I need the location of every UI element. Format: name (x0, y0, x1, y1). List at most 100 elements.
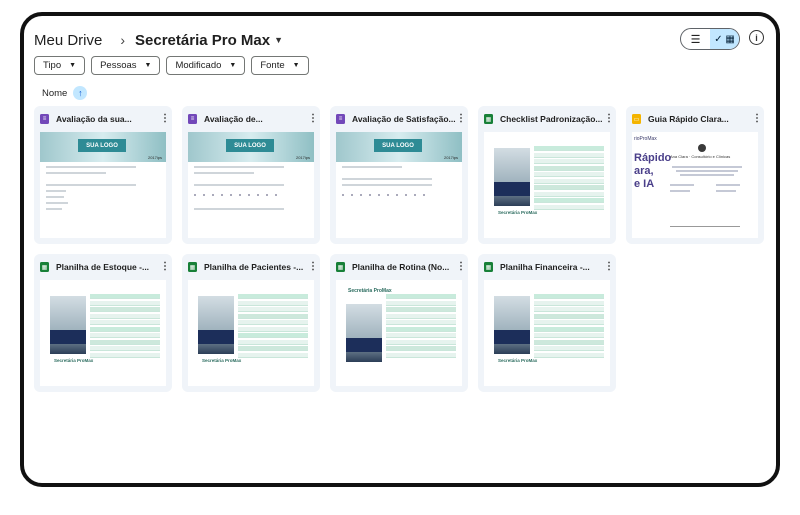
file-thumbnail: rioProMax Rápido ara, e IA Ana Clara · C… (632, 132, 758, 238)
text-line (46, 190, 66, 192)
sheet-row (90, 313, 160, 319)
file-card[interactable]: ≡ Avaliação da sua... ⋮ SUA LOGO 2017ips (34, 106, 172, 244)
file-card-header: ▭ Guia Rápido Clara... ⋮ (632, 112, 762, 126)
sheet-row (534, 320, 604, 325)
cover-photo (346, 304, 382, 362)
breadcrumb-root[interactable]: Meu Drive (34, 32, 102, 49)
sheet-row (534, 178, 604, 184)
sheet-row (534, 185, 604, 190)
text-line (194, 166, 284, 168)
sheet-row (534, 352, 604, 358)
file-card[interactable]: ▭ Guia Rápido Clara... ⋮ rioProMax Rápid… (626, 106, 764, 244)
more-options-icon[interactable]: ⋮ (160, 262, 170, 272)
sheet-row (90, 320, 160, 325)
breadcrumb-current-folder[interactable]: Secretária Pro Max (135, 32, 270, 49)
file-card[interactable]: ▦ Planilha de Rotina (No... ⋮ Secretária… (330, 254, 468, 392)
file-card[interactable]: ▦ Planilha Financeira -... ⋮ Secretária … (478, 254, 616, 392)
sheet-rows (238, 294, 308, 358)
sheet-row (534, 172, 604, 177)
more-options-icon[interactable]: ⋮ (308, 262, 318, 272)
text-line (342, 184, 432, 186)
file-thumbnail: SUA LOGO 2017ips (336, 132, 462, 238)
text-line (716, 184, 740, 186)
cover-photo (494, 148, 530, 206)
text-line (670, 184, 694, 186)
file-card-header: ▦ Planilha Financeira -... ⋮ (484, 260, 614, 274)
top-bar: Meu Drive › Secretária Pro Max ▼ ☰ ✓ ▦ i (34, 26, 766, 54)
sheet-row (534, 300, 604, 306)
brand-mark: Secretária ProMax (498, 210, 538, 215)
cover-photo (494, 296, 530, 354)
banner-year: 2017ips (147, 155, 162, 160)
sheet-row (386, 300, 456, 306)
file-thumbnail: Secretária ProMax (484, 280, 610, 386)
file-thumbnail: Secretária ProMax (188, 280, 314, 386)
sheet-row (534, 198, 604, 203)
form-banner: SUA LOGO 2017ips (40, 132, 166, 162)
sheet-preview: Secretária ProMax (484, 132, 610, 238)
sheet-row (90, 352, 160, 358)
sheet-row (90, 333, 160, 338)
sheet-row (534, 191, 604, 197)
sheet-row (534, 307, 604, 312)
file-card-header: ▦ Planilha de Pacientes -... ⋮ (188, 260, 318, 274)
more-options-icon[interactable]: ⋮ (752, 114, 762, 124)
text-line (46, 166, 136, 168)
cover-band (50, 330, 86, 344)
sheet-row (238, 333, 308, 338)
filter-label: Tipo (43, 60, 62, 71)
text-line (46, 202, 68, 204)
filter-label: Fonte (260, 60, 285, 71)
file-title: Planilha de Pacientes -... (204, 262, 304, 272)
file-card-header: ≡ Avaliação de... ⋮ (188, 112, 318, 126)
sheet-row (534, 333, 604, 338)
sort-label[interactable]: Nome (42, 88, 67, 99)
text-line (672, 166, 742, 168)
file-thumbnail: Secretária ProMax (484, 132, 610, 238)
filter-fonte[interactable]: Fonte ▼ (251, 56, 309, 75)
more-options-icon[interactable]: ⋮ (604, 114, 614, 124)
info-icon[interactable]: i (749, 30, 764, 45)
more-options-icon[interactable]: ⋮ (160, 114, 170, 124)
avatar (698, 144, 706, 152)
cover-photo (50, 296, 86, 354)
sheets-icon: ▦ (188, 262, 197, 272)
more-options-icon[interactable]: ⋮ (456, 114, 466, 124)
sheet-rows (534, 146, 604, 210)
sheet-row (386, 352, 456, 358)
sheet-preview: Secretária ProMax (336, 280, 462, 386)
more-options-icon[interactable]: ⋮ (456, 262, 466, 272)
file-card-header: ≡ Avaliação da sua... ⋮ (40, 112, 170, 126)
file-card[interactable]: ▦ Checklist Padronização... ⋮ Secretária… (478, 106, 616, 244)
form-banner: SUA LOGO 2017ips (336, 132, 462, 162)
grid-view-icon[interactable]: ✓ ▦ (710, 29, 739, 49)
file-card[interactable]: ▦ Planilha de Estoque -... ⋮ Secretária … (34, 254, 172, 392)
file-thumbnail: SUA LOGO 2017ips (188, 132, 314, 238)
slide-heading: Rápido ara, e IA (634, 152, 671, 191)
sheet-row (386, 307, 456, 312)
file-title: Avaliação de Satisfação... (352, 114, 456, 124)
more-options-icon[interactable]: ⋮ (604, 262, 614, 272)
sheet-row (238, 326, 308, 332)
sheet-rows (386, 294, 456, 358)
sheet-row (534, 294, 604, 299)
sheet-preview: Secretária ProMax (188, 280, 314, 386)
filter-pessoas[interactable]: Pessoas ▼ (91, 56, 161, 75)
sheet-row (238, 294, 308, 299)
file-card[interactable]: ≡ Avaliação de Satisfação... ⋮ SUA LOGO … (330, 106, 468, 244)
file-card-header: ▦ Planilha de Estoque -... ⋮ (40, 260, 170, 274)
filter-modificado[interactable]: Modificado ▼ (166, 56, 246, 75)
sheet-row (534, 146, 604, 151)
sheet-row (386, 339, 456, 345)
text-line (194, 184, 284, 186)
file-card[interactable]: ≡ Avaliação de... ⋮ SUA LOGO 2017ips (182, 106, 320, 244)
folder-menu-caret-icon[interactable]: ▼ (274, 35, 283, 45)
logo-placeholder: SUA LOGO (78, 139, 126, 152)
sort-direction-icon[interactable]: ↑ (73, 86, 88, 100)
file-card[interactable]: ▦ Planilha de Pacientes -... ⋮ Secretári… (182, 254, 320, 392)
file-thumbnail: Secretária ProMax (336, 280, 462, 386)
more-options-icon[interactable]: ⋮ (308, 114, 318, 124)
sheet-rows (90, 294, 160, 358)
list-view-icon[interactable]: ☰ (681, 29, 710, 49)
filter-tipo[interactable]: Tipo ▼ (34, 56, 86, 75)
